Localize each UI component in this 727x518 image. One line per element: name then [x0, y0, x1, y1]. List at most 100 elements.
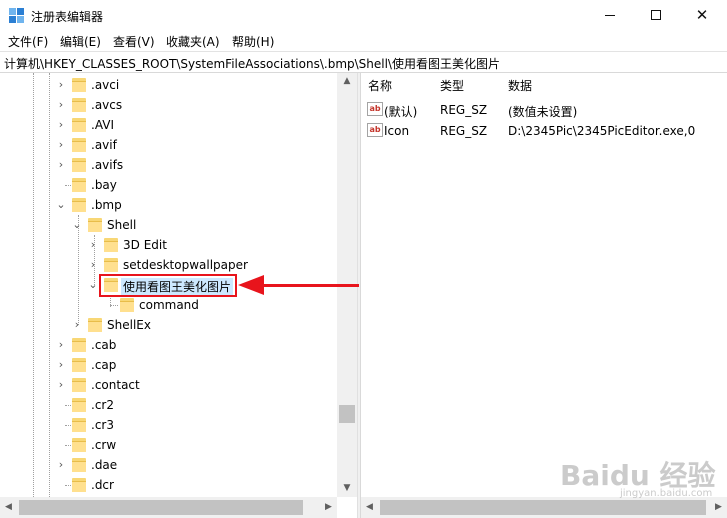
menu-bar: 文件(F) 编辑(E) 查看(V) 收藏夹(A) 帮助(H)	[0, 31, 727, 51]
tree-node[interactable]: .cr3	[0, 415, 337, 435]
column-header-data[interactable]: 数据	[508, 77, 532, 94]
folder-icon	[72, 458, 86, 472]
tree-node-label: .bmp	[91, 198, 122, 212]
tree-node-label: command	[139, 298, 199, 312]
expand-chevron-icon[interactable]: ›	[56, 158, 66, 171]
tree-node[interactable]: › 3D Edit	[0, 235, 337, 255]
annotation-highlight-box	[99, 274, 237, 297]
folder-icon	[72, 358, 86, 372]
menu-help[interactable]: 帮助(H)	[232, 33, 274, 50]
tree-node[interactable]: › .cap	[0, 355, 337, 375]
expand-chevron-icon[interactable]: ›	[72, 318, 82, 331]
value-row[interactable]: ab Icon REG_SZ D:\2345Pic\2345PicEditor.…	[361, 121, 727, 141]
value-name: Icon	[384, 124, 410, 138]
close-button[interactable]: ✕	[679, 0, 725, 31]
scrollbar-thumb[interactable]	[339, 405, 355, 423]
expand-chevron-icon[interactable]: ›	[56, 358, 66, 371]
expand-chevron-icon[interactable]: ›	[88, 238, 98, 251]
values-list-pane[interactable]: 名称 类型 数据 ab (默认) REG_SZ (数值未设置) ab Icon …	[361, 73, 727, 518]
folder-icon	[72, 78, 86, 92]
folder-icon	[72, 378, 86, 392]
scrollbar-thumb[interactable]	[380, 500, 706, 515]
tree-horizontal-scrollbar[interactable]: ◀ ▶	[0, 497, 337, 518]
folder-icon	[72, 198, 86, 212]
menu-edit[interactable]: 编辑(E)	[60, 33, 101, 50]
menu-view[interactable]: 查看(V)	[113, 33, 155, 50]
maximize-icon	[651, 10, 661, 20]
tree-node[interactable]: .dcr	[0, 475, 337, 495]
expand-chevron-icon[interactable]: ›	[56, 138, 66, 151]
tree-node[interactable]: › setdesktopwallpaper	[0, 255, 337, 275]
tree-node[interactable]: › .avifs	[0, 155, 337, 175]
folder-icon	[72, 338, 86, 352]
registry-editor-icon	[9, 8, 24, 23]
scroll-right-arrow-icon[interactable]: ▶	[710, 497, 727, 518]
minimize-button[interactable]	[587, 0, 633, 31]
annotation-arrow-icon	[238, 275, 264, 295]
tree-node-label: Shell	[107, 218, 137, 232]
tree-node[interactable]: › .dae	[0, 455, 337, 475]
expand-chevron-icon[interactable]: ›	[56, 98, 66, 111]
close-icon: ✕	[695, 6, 709, 24]
folder-icon	[88, 318, 102, 332]
tree-node-label: .cap	[91, 358, 117, 372]
column-header-type[interactable]: 类型	[440, 77, 464, 94]
tree-node[interactable]: command	[0, 295, 337, 315]
tree-node[interactable]: › .avcs	[0, 95, 337, 115]
tree-node[interactable]: › .cab	[0, 335, 337, 355]
tree-node[interactable]: › .contact	[0, 375, 337, 395]
folder-icon	[104, 258, 118, 272]
scrollbar-thumb[interactable]	[19, 500, 303, 515]
tree-node[interactable]: .crw	[0, 435, 337, 455]
scroll-right-arrow-icon[interactable]: ▶	[320, 497, 337, 518]
tree-node[interactable]: › .AVI	[0, 115, 337, 135]
folder-icon	[120, 298, 134, 312]
tree-node[interactable]: ⌄ Shell	[0, 215, 337, 235]
tree-node-label: .avcs	[91, 98, 123, 112]
scroll-down-arrow-icon[interactable]: ▼	[337, 480, 357, 497]
expand-chevron-icon[interactable]: ›	[56, 378, 66, 391]
tree-node-label: .AVI	[91, 118, 115, 132]
scroll-up-arrow-icon[interactable]: ▲	[337, 73, 357, 90]
folder-icon	[72, 138, 86, 152]
values-horizontal-scrollbar[interactable]: ◀ ▶	[361, 497, 727, 518]
menu-file[interactable]: 文件(F)	[8, 33, 48, 50]
value-type: REG_SZ	[440, 103, 488, 117]
minimize-icon	[605, 15, 615, 16]
expand-chevron-icon[interactable]: ›	[88, 258, 98, 271]
folder-icon	[72, 158, 86, 172]
folder-icon	[72, 418, 86, 432]
value-row[interactable]: ab (默认) REG_SZ (数值未设置)	[361, 100, 727, 120]
tree-node[interactable]: › .avif	[0, 135, 337, 155]
expand-chevron-icon[interactable]: ›	[56, 338, 66, 351]
tree-node[interactable]: › ShellEx	[0, 315, 337, 335]
maximize-button[interactable]	[633, 0, 679, 31]
expand-chevron-icon[interactable]: ›	[56, 118, 66, 131]
title-bar: 注册表编辑器 ✕	[0, 0, 727, 31]
collapse-chevron-icon[interactable]: ⌄	[72, 218, 82, 231]
tree-node[interactable]: › .avci	[0, 75, 337, 95]
tree-node-label: .cab	[91, 338, 117, 352]
scroll-left-arrow-icon[interactable]: ◀	[0, 497, 17, 518]
menu-favorites[interactable]: 收藏夹(A)	[166, 33, 220, 50]
scroll-left-arrow-icon[interactable]: ◀	[361, 497, 378, 518]
value-data: (数值未设置)	[508, 105, 578, 119]
value-name: (默认)	[384, 105, 418, 119]
tree-node-label: ShellEx	[107, 318, 151, 332]
collapse-chevron-icon[interactable]: ⌄	[88, 278, 98, 291]
tree-node-label: .cr2	[91, 398, 114, 412]
watermark-url: jingyan.baidu.com	[620, 488, 713, 499]
folder-icon	[72, 178, 86, 192]
expand-chevron-icon[interactable]: ›	[56, 458, 66, 471]
collapse-chevron-icon[interactable]: ⌄	[56, 198, 66, 211]
tree-node[interactable]: .cr2	[0, 395, 337, 415]
tree-node[interactable]: .bay	[0, 175, 337, 195]
expand-chevron-icon[interactable]: ›	[56, 78, 66, 91]
folder-icon	[72, 478, 86, 492]
tree-node[interactable]: ⌄ .bmp	[0, 195, 337, 215]
tree-node-label: .avci	[91, 78, 120, 92]
tree-node-label: setdesktopwallpaper	[123, 258, 248, 272]
folder-icon	[72, 438, 86, 452]
column-header-name[interactable]: 名称	[368, 77, 392, 94]
address-bar[interactable]: 计算机\HKEY_CLASSES_ROOT\SystemFileAssociat…	[0, 51, 727, 73]
